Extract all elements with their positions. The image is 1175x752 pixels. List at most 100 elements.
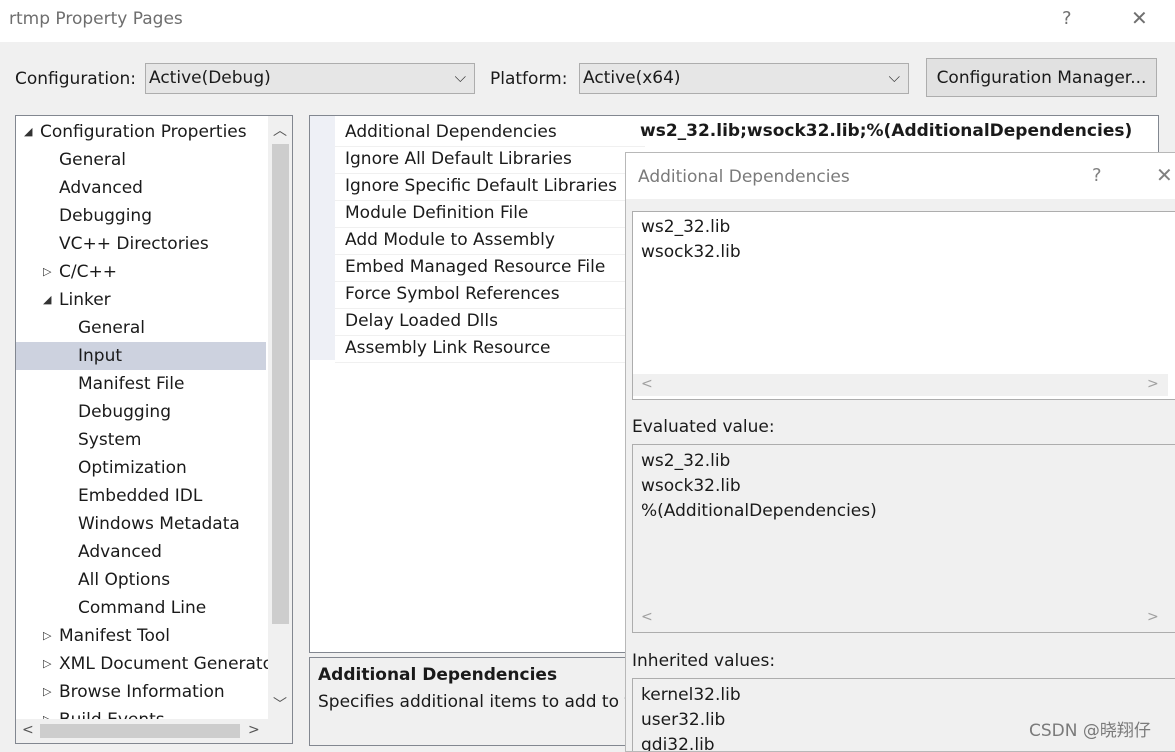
platform-value: Active(x64) xyxy=(583,68,681,88)
tree-item-label: Debugging xyxy=(78,402,171,422)
tree-item-label: Configuration Properties xyxy=(40,122,247,142)
dialog-title-bar: Additional Dependencies ? ✕ xyxy=(626,153,1175,199)
tree-item-label: System xyxy=(78,430,142,450)
expand-arrow-icon[interactable]: ▷ xyxy=(43,622,51,650)
grid-row-embed-managed-resource-file[interactable]: Embed Managed Resource File xyxy=(335,254,645,282)
evaluated-value-box: ws2_32.lib wsock32.lib %(AdditionalDepen… xyxy=(632,444,1175,633)
close-icon[interactable]: ✕ xyxy=(1156,163,1173,187)
inherited-line: user32.lib xyxy=(641,710,726,730)
evaluated-horizontal-scrollbar[interactable]: < > xyxy=(633,607,1168,629)
tree-item-label: Advanced xyxy=(78,542,162,562)
tree-item-label: XML Document Generator xyxy=(59,654,280,674)
scroll-right-icon[interactable]: > xyxy=(1147,609,1159,625)
tree-item-label: Windows Metadata xyxy=(78,514,240,534)
tree-item-debugging[interactable]: Debugging xyxy=(16,202,266,230)
inherited-values-label: Inherited values: xyxy=(632,651,776,671)
tree-item-general[interactable]: General xyxy=(16,314,266,342)
configuration-value: Active(Debug) xyxy=(149,68,271,88)
tree-vertical-scrollbar[interactable]: ︿ ﹀ xyxy=(268,116,292,721)
additional-dependencies-value[interactable]: ws2_32.lib;wsock32.lib;%(AdditionalDepen… xyxy=(640,121,1132,141)
evaluated-value-label: Evaluated value: xyxy=(632,417,775,437)
tree-item-xml-document-generator[interactable]: ▷ XML Document Generator xyxy=(16,650,280,678)
tree-horizontal-scrollbar[interactable]: < > xyxy=(16,719,268,743)
chevron-down-icon: ⌵ xyxy=(888,68,900,86)
property-tree[interactable]: ◢ Configuration Properties General Advanced… xyxy=(15,115,293,744)
tree-item-label: Manifest File xyxy=(78,374,185,394)
tree-item-advanced[interactable]: Advanced xyxy=(16,174,266,202)
tree-item-label: C/C++ xyxy=(59,262,117,282)
tree-item-label: Debugging xyxy=(59,206,152,226)
scrollbar-corner xyxy=(268,719,292,743)
tree-item-optimization[interactable]: Optimization xyxy=(16,454,266,482)
tree-item-system[interactable]: System xyxy=(16,426,266,454)
scroll-up-icon[interactable]: ︿ xyxy=(273,120,287,140)
tree-item-all-options[interactable]: All Options xyxy=(16,566,266,594)
additional-dependencies-dialog: Additional Dependencies ? ✕ ws2_32.lib w… xyxy=(625,152,1175,752)
configuration-manager-button[interactable]: Configuration Manager... xyxy=(926,58,1157,97)
help-icon[interactable]: ? xyxy=(1092,165,1102,186)
tree-item-windows-metadata[interactable]: Windows Metadata xyxy=(16,510,266,538)
scroll-left-icon[interactable]: < xyxy=(641,609,653,625)
dependencies-edit-box[interactable]: ws2_32.lib wsock32.lib < > xyxy=(632,211,1175,400)
grid-row-force-symbol-references[interactable]: Force Symbol References xyxy=(335,281,645,309)
tree-item-manifest-file[interactable]: Manifest File xyxy=(16,370,266,398)
tree-item-advanced[interactable]: Advanced xyxy=(16,538,266,566)
tree-item-command-line[interactable]: Command Line xyxy=(16,594,266,622)
evaluated-line: %(AdditionalDependencies) xyxy=(641,501,877,521)
tree-item-label: All Options xyxy=(78,570,171,590)
tree-item-manifest-tool[interactable]: ▷ Manifest Tool xyxy=(16,622,266,650)
watermark: CSDN @晓翔仔 xyxy=(1029,721,1151,741)
edit-line[interactable]: wsock32.lib xyxy=(641,242,741,262)
collapse-arrow-icon[interactable]: ◢ xyxy=(24,118,32,146)
evaluated-line: wsock32.lib xyxy=(641,476,741,496)
window-title: rtmp Property Pages xyxy=(9,9,183,29)
tree-item-label: Input xyxy=(78,346,123,366)
scroll-down-icon[interactable]: ﹀ xyxy=(273,694,287,714)
tree-item-label: Optimization xyxy=(78,458,187,478)
tree-item-browse-information[interactable]: ▷ Browse Information xyxy=(16,678,266,706)
tree-item-vc-directories[interactable]: VC++ Directories xyxy=(16,230,266,258)
expand-arrow-icon[interactable]: ▷ xyxy=(43,258,51,286)
grid-row-module-definition-file[interactable]: Module Definition File xyxy=(335,200,645,228)
tree-item-configuration-properties[interactable]: ◢ Configuration Properties xyxy=(16,118,266,146)
close-icon[interactable]: ✕ xyxy=(1131,6,1148,30)
scrollbar-thumb[interactable] xyxy=(272,144,289,624)
expand-arrow-icon[interactable]: ▷ xyxy=(43,650,51,678)
scroll-left-icon[interactable]: < xyxy=(641,376,653,392)
tree-item-c-c-[interactable]: ▷ C/C++ xyxy=(16,258,266,286)
description-title: Additional Dependencies xyxy=(318,665,558,685)
grid-row-additional-dependencies[interactable]: Additional Dependencies xyxy=(335,119,645,147)
tree-item-label: VC++ Directories xyxy=(59,234,209,254)
scroll-right-icon[interactable]: > xyxy=(1147,376,1159,392)
configuration-label: Configuration: xyxy=(15,69,137,89)
scroll-right-icon[interactable]: > xyxy=(248,722,260,738)
grid-row-delay-loaded-dlls[interactable]: Delay Loaded Dlls xyxy=(335,308,645,336)
scroll-left-icon[interactable]: < xyxy=(22,722,34,738)
tree-item-label: Command Line xyxy=(78,598,207,618)
tree-item-linker[interactable]: ◢ Linker xyxy=(16,286,266,314)
tree-item-label: Manifest Tool xyxy=(59,626,170,646)
configuration-dropdown[interactable]: Active(Debug) ⌵ xyxy=(145,63,475,94)
inherited-line: gdi32.lib xyxy=(641,735,715,752)
grid-margin xyxy=(310,116,335,360)
evaluated-line: ws2_32.lib xyxy=(641,451,731,471)
grid-row-ignore-all-default-libraries[interactable]: Ignore All Default Libraries xyxy=(335,146,645,174)
expand-arrow-icon[interactable]: ▷ xyxy=(43,678,51,706)
edit-line[interactable]: ws2_32.lib xyxy=(641,217,730,237)
edit-horizontal-scrollbar[interactable]: < > xyxy=(633,374,1168,396)
tree-item-embedded-idl[interactable]: Embedded IDL xyxy=(16,482,266,510)
scrollbar-thumb[interactable] xyxy=(40,724,240,738)
grid-row-ignore-specific-default-libraries[interactable]: Ignore Specific Default Libraries xyxy=(335,173,645,201)
platform-dropdown[interactable]: Active(x64) ⌵ xyxy=(579,63,909,94)
tree-item-label: General xyxy=(78,318,145,338)
tree-item-debugging[interactable]: Debugging xyxy=(16,398,266,426)
tree-item-general[interactable]: General xyxy=(16,146,266,174)
grid-row-assembly-link-resource[interactable]: Assembly Link Resource xyxy=(335,335,645,363)
platform-label: Platform: xyxy=(490,69,568,89)
tree-item-input[interactable]: Input xyxy=(16,342,266,370)
grid-row-add-module-to-assembly[interactable]: Add Module to Assembly xyxy=(335,227,645,255)
title-bar: rtmp Property Pages ? ✕ xyxy=(0,0,1175,42)
inherited-line: kernel32.lib xyxy=(641,685,741,705)
help-icon[interactable]: ? xyxy=(1062,8,1072,29)
collapse-arrow-icon[interactable]: ◢ xyxy=(43,286,51,314)
